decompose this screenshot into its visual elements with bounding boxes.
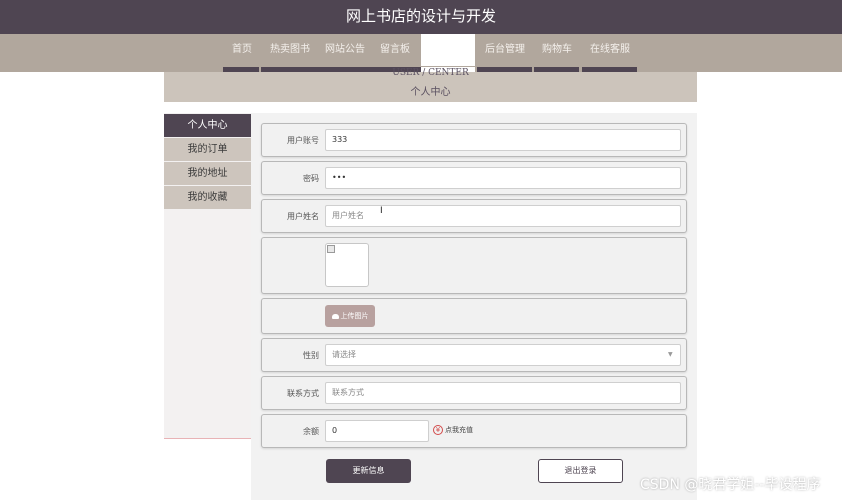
banner-subtitle-en: USER / CENTER — [392, 68, 469, 78]
nav-item-admin[interactable]: 后台管理 — [478, 34, 532, 66]
chevron-down-icon: ▼ — [668, 351, 673, 358]
balance-input[interactable]: 0 — [325, 420, 429, 442]
site-title: 网上书店的设计与开发 — [345, 7, 496, 25]
account-label: 用户账号 — [287, 136, 319, 145]
update-info-button[interactable]: 更新信息 — [326, 459, 411, 483]
recharge-icon: ¥ — [433, 425, 443, 435]
sidebar-item-my-orders[interactable]: 我的订单 — [164, 138, 251, 161]
password-label: 密码 — [303, 174, 319, 183]
recharge-link[interactable]: ¥ 点我充值 — [433, 425, 473, 435]
gender-label: 性别 — [303, 351, 319, 360]
nav-item-cart[interactable]: 购物车 — [535, 34, 579, 66]
nav-item-hot-books[interactable]: 热卖图书 — [262, 34, 318, 66]
nav-item-announcements[interactable]: 网站公告 — [320, 34, 370, 66]
name-label: 用户姓名 — [287, 212, 319, 221]
name-input[interactable]: 用户姓名 — [325, 205, 681, 227]
nav-item-online-service[interactable]: 在线客服 — [582, 34, 638, 66]
password-input[interactable]: ••• — [325, 167, 681, 189]
text-cursor-icon: I — [380, 206, 383, 216]
gender-select[interactable]: 请选择 — [325, 344, 681, 366]
upload-button-label: 上传图片 — [340, 312, 369, 320]
watermark: CSDN @晓君学姐--毕设程序 — [640, 477, 821, 493]
sidebar-item-user-center[interactable]: 个人中心 — [164, 114, 251, 137]
nav-item-message-board[interactable]: 留言板 — [373, 34, 417, 66]
recharge-label: 点我充值 — [445, 426, 473, 434]
upload-image-button[interactable]: 上传图片 — [325, 305, 375, 327]
banner-title: 个人中心 — [410, 87, 451, 98]
broken-image-icon — [327, 245, 335, 253]
sidebar-item-my-addresses[interactable]: 我的地址 — [164, 162, 251, 185]
cloud-upload-icon — [331, 313, 339, 319]
phone-label: 联系方式 — [287, 389, 319, 398]
nav-item-user-center[interactable]: 个人中心 — [421, 34, 475, 66]
nav-item-home[interactable]: 首页 — [225, 34, 259, 66]
balance-label: 余额 — [303, 427, 319, 436]
logout-button[interactable]: 退出登录 — [538, 459, 623, 483]
phone-input[interactable]: 联系方式 — [325, 382, 681, 404]
account-input[interactable]: 333 — [325, 129, 681, 151]
sidebar-item-my-favorites[interactable]: 我的收藏 — [164, 186, 251, 209]
